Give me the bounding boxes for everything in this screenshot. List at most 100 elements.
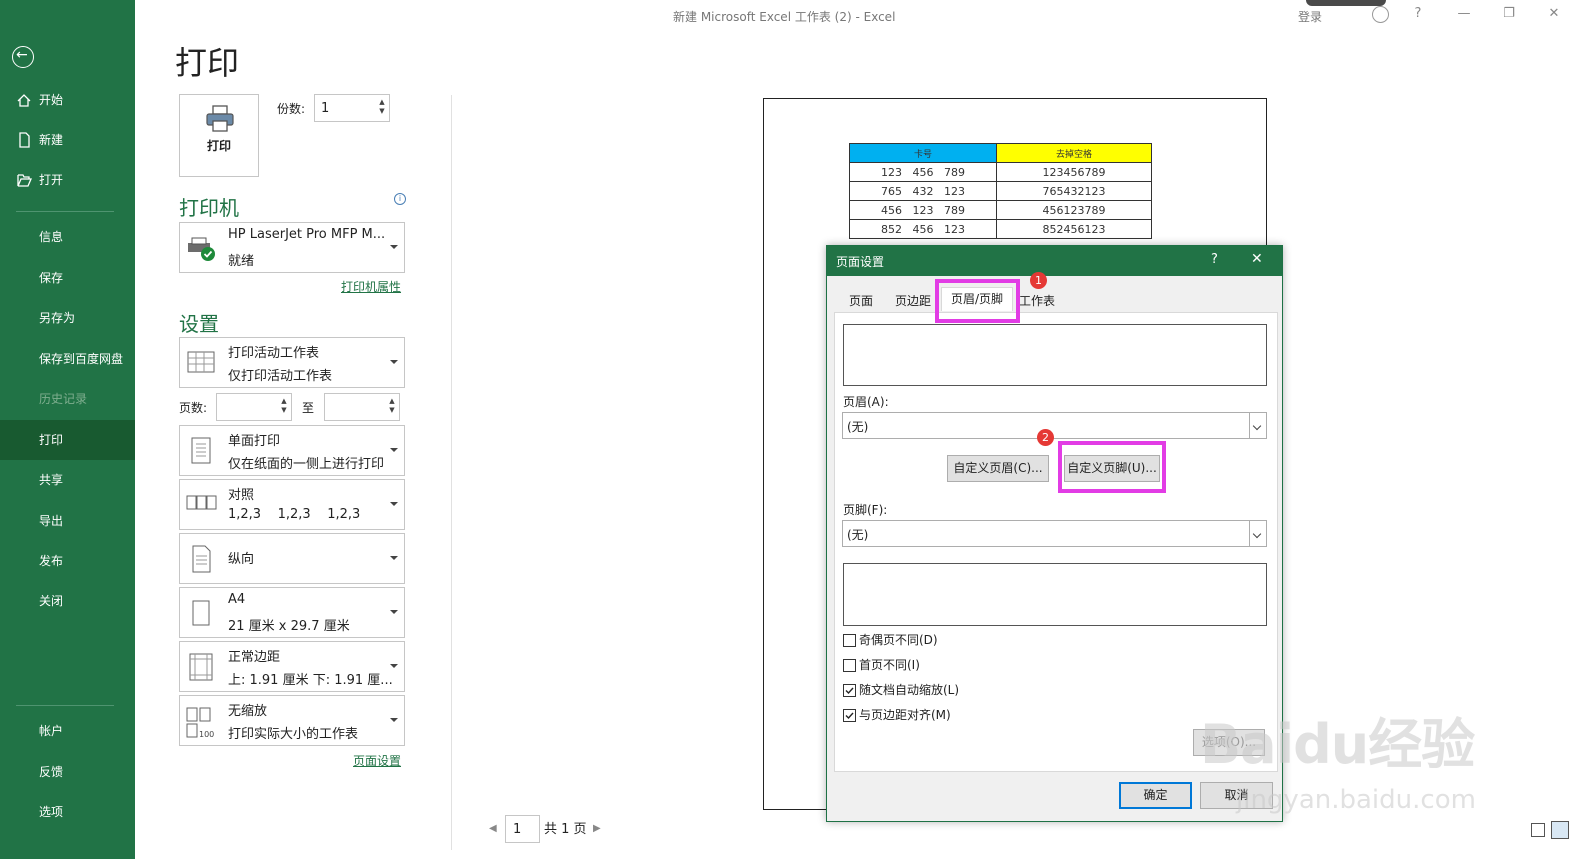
checkmark-icon[interactable]	[843, 709, 856, 722]
sidebar-item-save-to-baidu[interactable]: 保存到百度网盘	[0, 339, 135, 379]
sidebar-item-save-as[interactable]: 另存为	[0, 298, 135, 338]
setting-line2: 21 厘米 x 29.7 厘米	[228, 619, 350, 634]
print-what-dropdown[interactable]: 打印活动工作表 仅打印活动工作表	[179, 337, 405, 388]
paper-size-dropdown[interactable]: A4 21 厘米 x 29.7 厘米	[179, 587, 405, 638]
sidebar-item-open[interactable]: 打开	[0, 160, 135, 200]
table-cell: 765 432 123	[849, 181, 997, 201]
prev-page-icon[interactable]: ◀	[489, 823, 497, 834]
ok-button[interactable]: 确定	[1119, 782, 1192, 809]
spinner-arrows-icon[interactable]: ▲ ▼	[280, 397, 288, 417]
footer-label: 页脚(F):	[843, 503, 888, 517]
zoom-to-page-icon[interactable]	[1551, 821, 1569, 839]
dialog-help-button[interactable]: ?	[1211, 252, 1218, 267]
chevron-down-icon	[1249, 413, 1266, 438]
chevron-down-icon	[1249, 521, 1266, 546]
signin-link[interactable]: 登录	[1298, 8, 1322, 25]
spinner-arrows-icon[interactable]: ▲ ▼	[388, 397, 396, 417]
pages-to-input[interactable]: ▲ ▼	[324, 393, 400, 421]
info-icon[interactable]: i	[394, 193, 406, 205]
sidebar-item-label: 新建	[39, 133, 64, 147]
page-setup-link[interactable]: 页面设置	[353, 752, 401, 769]
scaling-dropdown[interactable]: 100 无缩放 打印实际大小的工作表	[179, 695, 405, 746]
sidebar-item-info[interactable]: 信息	[0, 217, 135, 257]
sides-dropdown[interactable]: 单面打印 仅在纸面的一侧上进行打印	[179, 425, 405, 476]
chevron-down-icon	[390, 359, 398, 364]
tab-margins[interactable]: 页边距	[889, 290, 937, 312]
sidebar-item-account[interactable]: 帐户	[0, 711, 135, 751]
baidu-watermark-logo: Baidu经验	[1200, 713, 1475, 776]
checkbox-box[interactable]	[843, 634, 856, 647]
checkbox-label: 首页不同(I)	[859, 658, 920, 672]
setting-line1: 打印活动工作表	[228, 346, 320, 361]
dialog-title: 页面设置	[836, 255, 885, 269]
chevron-down-icon	[390, 501, 398, 506]
table-row: 765 432 123 765432123	[849, 181, 1152, 201]
print-button[interactable]: 打印	[179, 94, 259, 177]
sidebar-item-close[interactable]: 关闭	[0, 581, 135, 621]
sidebar-item-label: 共享	[39, 473, 64, 487]
sidebar-item-share[interactable]: 共享	[0, 460, 135, 500]
printer-dropdown[interactable]: HP LaserJet Pro MFP M... 就绪	[179, 222, 405, 273]
sidebar-item-publish[interactable]: 发布	[0, 541, 135, 581]
printer-name: HP LaserJet Pro MFP M...	[228, 227, 386, 242]
copies-stepper[interactable]: 1 ▲ ▼	[314, 94, 390, 122]
table-row: 123 456 789 123456789	[849, 162, 1152, 182]
copies-label: 份数:	[277, 102, 306, 116]
sidebar-item-save[interactable]: 保存	[0, 258, 135, 298]
pages-from-input[interactable]: ▲ ▼	[216, 393, 292, 421]
header-label: 页眉(A):	[843, 395, 889, 409]
checkbox-box[interactable]	[843, 659, 856, 672]
table-row: 456 123 789 456123789	[849, 200, 1152, 220]
sidebar-item-new[interactable]: 新建	[0, 120, 135, 160]
collation-dropdown[interactable]: 对照 1,2,3 1,2,3 1,2,3	[179, 479, 405, 530]
restore-button[interactable]: ❐	[1499, 6, 1519, 24]
preview-table: 卡号 去掉空格 123 456 789 123456789 765 432 123…	[849, 143, 1152, 239]
portrait-page-icon	[186, 544, 216, 574]
back-button[interactable]: ←	[12, 46, 34, 68]
table-header-row: 卡号 去掉空格	[849, 143, 1152, 163]
page-number-input[interactable]: 1	[505, 815, 540, 843]
sidebar-item-label: 开始	[39, 93, 64, 107]
spinner-arrows-icon[interactable]: ▲ ▼	[378, 98, 386, 118]
pages-to-label: 至	[302, 401, 315, 415]
setting-line1: 正常边距	[228, 650, 281, 665]
tab-page[interactable]: 页面	[843, 290, 879, 312]
highlight-tab-box	[935, 279, 1020, 323]
custom-header-button[interactable]: 自定义页眉(C)...	[947, 455, 1049, 482]
header-preview-box	[843, 324, 1267, 386]
dialog-close-icon[interactable]: ✕	[1251, 251, 1263, 267]
sidebar-item-label: 另存为	[39, 311, 76, 325]
next-page-icon[interactable]: ▶	[593, 823, 601, 834]
help-button[interactable]: ?	[1408, 6, 1428, 24]
sidebar-item-label: 选项	[39, 805, 64, 819]
sidebar-item-home[interactable]: 开始	[0, 80, 135, 120]
panel-divider	[451, 95, 452, 850]
sidebar-item-label: 打开	[39, 173, 64, 187]
margins-icon	[186, 652, 216, 682]
footer-select[interactable]: (无)	[842, 520, 1267, 547]
sidebar-divider	[16, 705, 114, 706]
close-button[interactable]: ✕	[1544, 6, 1564, 24]
sidebar-item-options[interactable]: 选项	[0, 792, 135, 832]
sidebar-item-print[interactable]: 打印	[0, 420, 135, 460]
sidebar-item-export[interactable]: 导出	[0, 501, 135, 541]
margins-dropdown[interactable]: 正常边距 上: 1.91 厘米 下: 1.91 厘...	[179, 641, 405, 692]
checkbox-label: 与页边距对齐(M)	[859, 708, 951, 722]
chevron-down-icon	[390, 717, 398, 722]
checkmark-icon[interactable]	[843, 684, 856, 697]
printer-section-title: 打印机	[179, 196, 239, 220]
copies-value: 1	[321, 101, 330, 116]
header-select[interactable]: (无)	[842, 412, 1267, 439]
sidebar-item-feedback[interactable]: 反馈	[0, 752, 135, 792]
feedback-face-icon[interactable]	[1372, 6, 1389, 23]
sheet-grid-icon	[186, 348, 216, 378]
print-button-label: 打印	[207, 139, 232, 153]
orientation-dropdown[interactable]: 纵向	[179, 533, 405, 584]
printer-properties-link[interactable]: 打印机属性	[341, 278, 401, 295]
collated-pages-icon	[186, 490, 217, 520]
show-margins-icon[interactable]	[1531, 823, 1545, 837]
chevron-down-icon	[390, 244, 398, 249]
table-row: 852 456 123 852456123	[849, 219, 1152, 239]
tab-sheet[interactable]: 工作表	[1013, 290, 1061, 312]
minimize-button[interactable]: —	[1454, 6, 1474, 24]
